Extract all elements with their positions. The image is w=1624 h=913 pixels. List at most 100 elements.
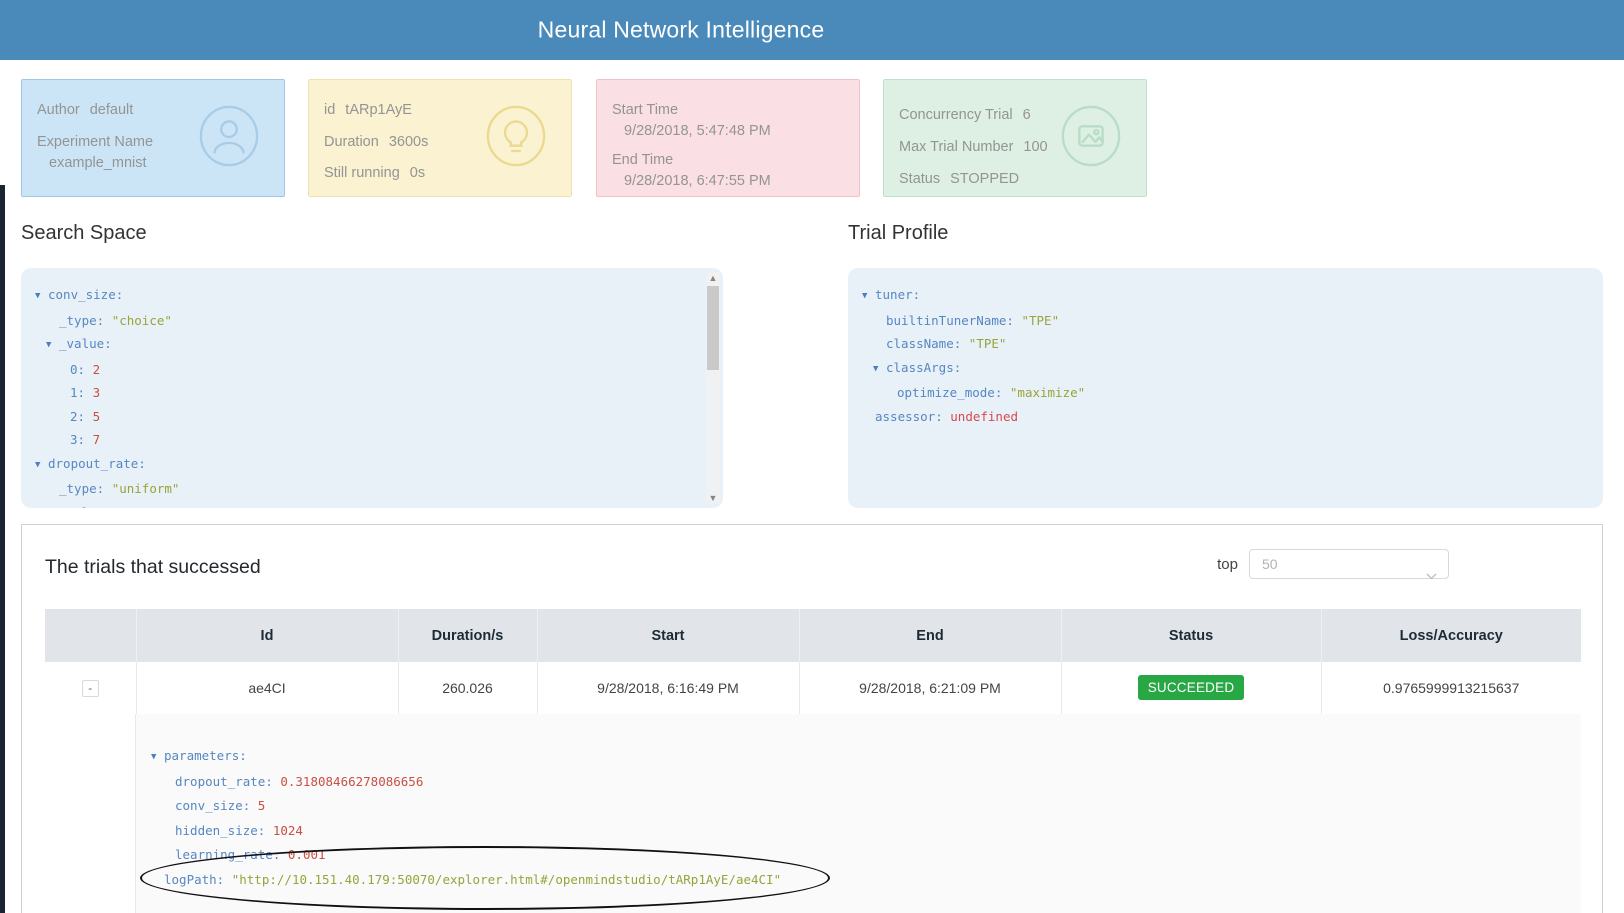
column-header-expand	[45, 609, 136, 662]
json-row: conv_size: 5	[151, 794, 1581, 819]
trial-status-cell: SUCCEEDED	[1061, 662, 1321, 714]
json-row: hidden_size: 1024	[151, 819, 1581, 844]
details-gutter	[45, 714, 136, 913]
json-key: className:	[886, 336, 969, 351]
column-header-id: Id	[136, 609, 398, 662]
status-badge: SUCCEEDED	[1138, 675, 1245, 700]
json-row: dropout_rate: 0.31808466278086656	[151, 770, 1581, 795]
json-value: "TPE"	[1021, 313, 1059, 328]
json-row: ▼dropout_rate:	[35, 452, 693, 478]
author-label: Author	[37, 102, 80, 118]
collapse-arrow-icon[interactable]: ▼	[151, 745, 164, 770]
json-key: tuner:	[875, 287, 928, 302]
app-title: Neural Network Intelligence	[538, 17, 825, 44]
json-value: "maximize"	[1010, 385, 1085, 400]
column-header-duration: Duration/s	[398, 609, 537, 662]
json-row: ▼classArgs:	[862, 356, 1573, 382]
json-row: className: "TPE"	[862, 332, 1573, 356]
json-row: ▼conv_size:	[35, 283, 693, 309]
json-value: 7	[93, 432, 101, 447]
json-key: builtinTunerName:	[886, 313, 1021, 328]
user-icon	[198, 105, 260, 171]
json-row: 1: 3	[35, 381, 693, 405]
column-header-end: End	[799, 609, 1061, 662]
json-key: parameters:	[164, 748, 254, 763]
column-header-status: Status	[1061, 609, 1321, 662]
json-row: _type: "uniform"	[35, 477, 693, 501]
trial-start-cell: 9/28/2018, 6:16:49 PM	[537, 662, 799, 714]
start-time-label: Start Time	[612, 102, 859, 118]
json-row: ▼_value:	[35, 501, 693, 509]
json-value: 0.31808466278086656	[280, 774, 423, 789]
status-label: Status	[899, 171, 940, 187]
trial-profile-panel: ▼tuner: builtinTunerName: "TPE"className…	[848, 268, 1603, 508]
collapse-row-button[interactable]: -	[82, 680, 99, 697]
top-select[interactable]: 50	[1249, 549, 1449, 579]
json-key: classArgs:	[886, 360, 969, 375]
trial-profile-json: ▼tuner: builtinTunerName: "TPE"className…	[862, 283, 1573, 428]
json-key: 3:	[70, 432, 93, 447]
experiment-card: Authordefault Experiment Name example_mn…	[21, 79, 285, 197]
json-value: "uniform"	[112, 481, 180, 496]
still-running-label: Still running	[324, 165, 400, 181]
time-card: Start Time 9/28/2018, 5:47:48 PM End Tim…	[596, 79, 860, 197]
json-key: optimize_mode:	[897, 385, 1010, 400]
search-space-heading: Search Space	[21, 222, 147, 245]
scrollbar-thumb[interactable]	[707, 286, 719, 370]
id-value: tARp1AyE	[345, 102, 412, 118]
json-row: ▼parameters:	[151, 744, 1581, 770]
json-value: 5	[258, 798, 266, 813]
collapse-arrow-icon[interactable]: ▼	[873, 358, 886, 382]
scrollbar-down-icon[interactable]: ▼	[706, 492, 720, 504]
trial-details-area: ▼parameters: dropout_rate: 0.31808466278…	[45, 714, 1581, 913]
json-row: 3: 7	[35, 428, 693, 452]
collapse-arrow-icon[interactable]: ▼	[35, 454, 48, 478]
json-value: undefined	[950, 409, 1018, 424]
lightbulb-icon	[485, 105, 547, 171]
status-line: StatusSTOPPED	[899, 171, 1146, 187]
column-header-start: Start	[537, 609, 799, 662]
json-value: 0.001	[288, 847, 326, 862]
scrollbar-up-icon[interactable]: ▲	[706, 272, 720, 284]
json-value: 5	[93, 409, 101, 424]
max-trial-label: Max Trial Number	[899, 139, 1013, 155]
json-row: optimize_mode: "maximize"	[862, 381, 1573, 405]
top-label: top	[1217, 556, 1238, 573]
collapse-arrow-icon[interactable]: ▼	[862, 285, 875, 309]
json-key: _type:	[59, 313, 112, 328]
trials-heading: The trials that successed	[45, 556, 261, 579]
json-key: hidden_size:	[175, 823, 273, 838]
json-row: assessor: undefined	[862, 405, 1573, 429]
collapse-arrow-icon[interactable]: ▼	[46, 334, 59, 358]
author-value: default	[90, 102, 134, 118]
json-value: 1024	[273, 823, 303, 838]
search-space-panel: ▼conv_size: _type: "choice"▼_value: 0: 2…	[21, 268, 723, 508]
expand-cell: -	[45, 662, 136, 714]
json-key: _value:	[59, 505, 119, 509]
trial-loss-cell: 0.9765999913215637	[1321, 662, 1581, 714]
collapse-arrow-icon[interactable]: ▼	[46, 503, 59, 509]
collapse-arrow-icon[interactable]: ▼	[35, 285, 48, 309]
concurrency-label: Concurrency Trial	[899, 107, 1013, 123]
status-card: Concurrency Trial6 Max Trial Number100 S…	[883, 79, 1147, 197]
duration-label: Duration	[324, 134, 379, 150]
json-key: _type:	[59, 481, 112, 496]
json-value: 3	[93, 385, 101, 400]
trials-card: The trials that successed top 50	[21, 524, 1603, 913]
still-running-value: 0s	[410, 165, 425, 181]
json-row: builtinTunerName: "TPE"	[862, 309, 1573, 333]
search-space-json: ▼conv_size: _type: "choice"▼_value: 0: 2…	[35, 283, 693, 508]
json-key: 1:	[70, 385, 93, 400]
app-header: Neural Network Intelligence	[0, 0, 1624, 60]
json-key: assessor:	[875, 409, 950, 424]
chevron-down-icon	[1426, 561, 1437, 589]
json-key: conv_size:	[175, 798, 258, 813]
json-key: _value:	[59, 336, 119, 351]
duration-card: idtARp1AyE Duration3600s Still running0s	[308, 79, 572, 197]
json-key: conv_size:	[48, 287, 131, 302]
scrollbar[interactable]: ▲ ▼	[706, 272, 720, 504]
end-time-value: 9/28/2018, 6:47:55 PM	[612, 173, 859, 189]
nni-page: Neural Network Intelligence Author defaul…	[0, 0, 1624, 913]
json-key: dropout_rate:	[48, 456, 153, 471]
picture-icon	[1060, 105, 1122, 171]
